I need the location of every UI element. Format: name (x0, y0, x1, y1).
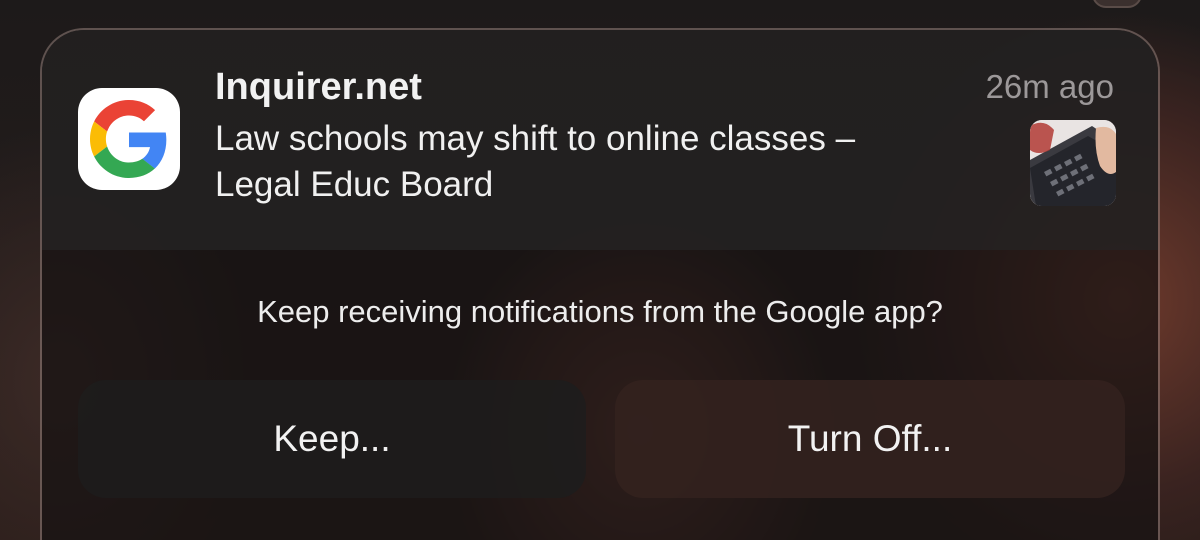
notification-source: Inquirer.net (215, 66, 422, 108)
laptop-keyboard-image (1030, 120, 1116, 206)
notification-prompt: Keep receiving notifications from the Go… (257, 294, 943, 329)
turn-off-button[interactable]: Turn Off... (615, 380, 1125, 498)
message-line-1: Law schools may shift to online classes … (215, 119, 856, 158)
notification-card[interactable]: Inquirer.net 26m ago Law schools may shi… (40, 28, 1160, 540)
google-g-icon (90, 100, 167, 178)
google-app-icon (78, 88, 180, 190)
message-line-2: Legal Educ Board (215, 165, 494, 204)
keep-button[interactable]: Keep... (78, 380, 586, 498)
notification-message: Law schools may shift to online classes … (215, 116, 1005, 208)
notification-timestamp: 26m ago (985, 68, 1114, 105)
notification-header[interactable]: Inquirer.net 26m ago Law schools may shi… (42, 30, 1158, 250)
article-thumbnail (1030, 120, 1116, 206)
